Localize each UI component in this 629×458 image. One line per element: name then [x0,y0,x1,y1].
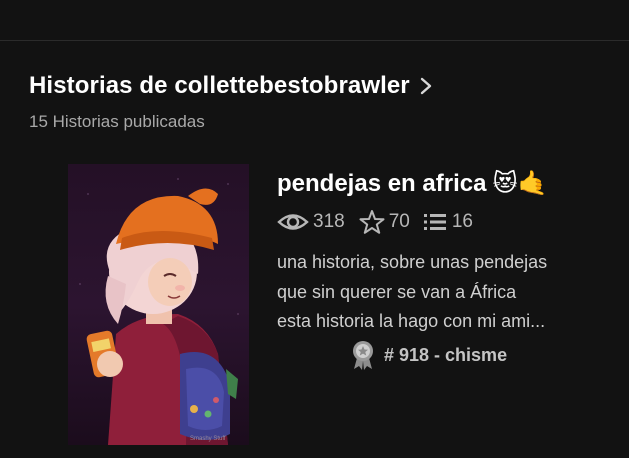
ranking-tag[interactable]: # 918 - chisme [350,340,507,370]
description-line: una historia, sobre unas pendejas [277,252,548,272]
cover-artwork: Smashy Stuff [68,164,249,445]
award-medal-icon [353,341,373,370]
eye-icon [277,214,309,230]
published-count: 15 Historias publicadas [29,112,205,131]
votes-stat: 70 [359,209,410,235]
story-title[interactable]: pendejas en africa 😻🤙 [277,169,547,198]
ranking-text: # 918 - chisme [384,344,508,365]
star-icon [359,210,385,234]
list-icon [423,214,446,230]
story-description: una historia, sobre unas pendejas que si… [277,248,607,337]
story-cover-image[interactable]: Smashy Stuff [68,164,249,445]
section-title: Historias de collettebestobrawler [29,72,410,99]
reads-count: 318 [313,211,345,232]
story-title-text: pendejas en africa [277,169,487,197]
votes-count: 70 [388,211,410,232]
description-line: esta historia la hago con mi ami... [277,311,546,331]
story-stats: 318 70 16 [277,209,487,235]
parts-stat: 16 [423,211,473,233]
author-stories-header[interactable]: Historias de collettebestobrawler [29,72,434,100]
parts-count: 16 [451,211,473,232]
description-line: que sin querer se van a África [277,281,517,302]
reads-stat: 318 [277,211,345,233]
story-list-screen: Historias de collettebestobrawler 15 His… [0,0,629,458]
story-title-emojis: 😻🤙 [492,170,548,197]
top-divider [0,40,629,41]
svg-text:Smashy Stuff: Smashy Stuff [190,436,226,442]
chevron-right-icon [420,77,431,95]
